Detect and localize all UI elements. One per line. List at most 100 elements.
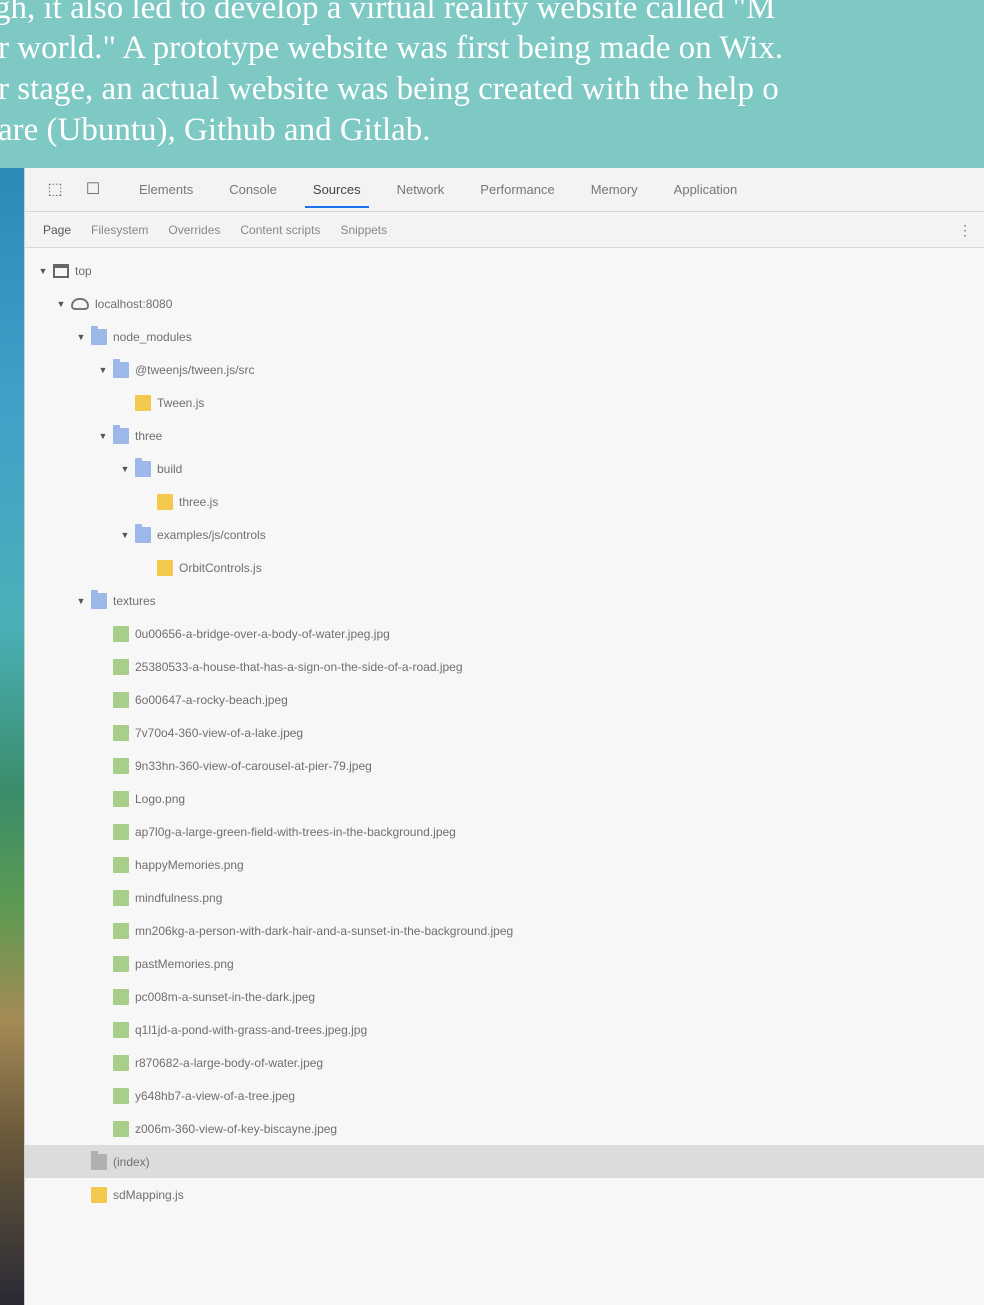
tree-item-label: (index) (113, 1154, 150, 1169)
sources-subtabbar: Page Filesystem Overrides Content script… (25, 212, 984, 248)
caption-banner: gh, it also led to develop a virtual rea… (0, 0, 984, 168)
tree-item[interactable]: ▼ examples/js/controls (25, 518, 984, 551)
tree-item-label: examples/js/controls (157, 527, 266, 542)
tree-item[interactable]: happyMemories.png (25, 848, 984, 881)
tree-item[interactable]: ▼ top (25, 254, 984, 287)
tree-item-label: mn206kg-a-person-with-dark-hair-and-a-su… (135, 923, 514, 938)
tree-item[interactable]: three.js (25, 485, 984, 518)
expand-caret-icon[interactable]: ▼ (97, 365, 109, 375)
tree-item[interactable]: ▼ localhost:8080 (25, 287, 984, 320)
expand-caret-icon[interactable]: ▼ (55, 299, 67, 309)
subtab-page[interactable]: Page (33, 212, 81, 248)
script-file-icon (157, 493, 173, 510)
expand-caret-icon[interactable]: ▼ (37, 266, 49, 276)
image-file-icon (113, 1087, 129, 1104)
tree-item[interactable]: 25380533-a-house-that-has-a-sign-on-the-… (25, 650, 984, 683)
folder-icon (113, 424, 129, 444)
tree-item-label: y648hb7-a-view-of-a-tree.jpeg (135, 1088, 296, 1103)
tree-item[interactable]: q1l1jd-a-pond-with-grass-and-trees.jpeg.… (25, 1013, 984, 1046)
more-options-icon[interactable]: ⋮ (958, 212, 972, 248)
tab-network[interactable]: Network (379, 168, 463, 212)
tree-item-label: Tween.js (157, 395, 205, 410)
image-file-icon (113, 856, 129, 873)
tree-item[interactable]: pastMemories.png (25, 947, 984, 980)
tree-item-label: build (157, 461, 183, 476)
tree-item-label: three (135, 428, 163, 443)
tree-item-label: three.js (179, 494, 219, 509)
tab-elements[interactable]: Elements (121, 168, 211, 212)
tree-item[interactable]: 9n33hn-360-view-of-carousel-at-pier-79.j… (25, 749, 984, 782)
tree-item[interactable]: 6o00647-a-rocky-beach.jpeg (25, 683, 984, 716)
tab-console[interactable]: Console (211, 168, 295, 212)
inspect-element-icon[interactable]: ⬚ (45, 180, 65, 200)
tree-item-label: Logo.png (135, 791, 186, 806)
image-file-icon (113, 988, 129, 1005)
subtab-filesystem[interactable]: Filesystem (81, 212, 158, 248)
tree-item[interactable]: ▼ textures (25, 584, 984, 617)
subtab-snippets[interactable]: Snippets (330, 212, 397, 248)
image-file-icon (113, 955, 129, 972)
image-file-icon (113, 757, 129, 774)
image-file-icon (113, 1120, 129, 1137)
image-file-icon (113, 625, 129, 642)
tree-item-label: q1l1jd-a-pond-with-grass-and-trees.jpeg.… (135, 1022, 368, 1037)
image-file-icon (113, 790, 129, 807)
expand-caret-icon[interactable]: ▼ (97, 431, 109, 441)
tree-item[interactable]: ▼ node_modules (25, 320, 984, 353)
tree-item[interactable]: ap7l0g-a-large-green-field-with-trees-in… (25, 815, 984, 848)
caption-line-4: are (Ubuntu), Github and Gitlab. (0, 112, 431, 148)
tree-item-label: @tweenjs/tween.js/src (135, 362, 255, 377)
file-tree: ▼ top ▼ localhost:8080 ▼ node_modules ▼ @tweenj… (25, 248, 984, 1211)
expand-caret-icon[interactable]: ▼ (75, 596, 87, 606)
tree-item-label: sdMapping.js (113, 1187, 184, 1202)
tab-sources[interactable]: Sources (295, 168, 379, 212)
expand-caret-icon[interactable]: ▼ (75, 332, 87, 342)
caption-line-3: r stage, an actual website was being cre… (0, 71, 779, 107)
tree-item[interactable]: mn206kg-a-person-with-dark-hair-and-a-su… (25, 914, 984, 947)
tree-item[interactable]: z006m-360-view-of-key-biscayne.jpeg (25, 1112, 984, 1145)
subtab-overrides[interactable]: Overrides (158, 212, 230, 248)
tree-item-label: pc008m-a-sunset-in-the-dark.jpeg (135, 989, 316, 1004)
tree-item-label: 0u00656-a-bridge-over-a-body-of-water.jp… (135, 626, 390, 641)
tree-item[interactable]: Tween.js (25, 386, 984, 419)
tree-item[interactable]: 0u00656-a-bridge-over-a-body-of-water.jp… (25, 617, 984, 650)
tree-item[interactable]: ▼ @tweenjs/tween.js/src (25, 353, 984, 386)
caption-line-2: r world." A prototype website was first … (0, 30, 784, 66)
devtools-tabbar: ⬚ ☐ Elements Console Sources Network Per… (25, 168, 984, 212)
expand-caret-icon[interactable]: ▼ (119, 464, 131, 474)
tab-performance[interactable]: Performance (462, 168, 572, 212)
tab-application[interactable]: Application (656, 168, 756, 212)
device-toolbar-icon[interactable]: ☐ (83, 180, 103, 200)
image-file-icon (113, 1054, 129, 1071)
tree-item[interactable]: ▼ build (25, 452, 984, 485)
tab-memory[interactable]: Memory (573, 168, 656, 212)
tree-item-label: z006m-360-view-of-key-biscayne.jpeg (135, 1121, 338, 1136)
image-file-icon (113, 691, 129, 708)
tree-item-label: 7v70o4-360-view-of-a-lake.jpeg (135, 725, 304, 740)
tree-item[interactable]: (index) (25, 1145, 984, 1178)
folder-icon (91, 589, 107, 609)
tree-item[interactable]: sdMapping.js (25, 1178, 984, 1211)
image-file-icon (113, 889, 129, 906)
folder-icon (135, 523, 151, 543)
tree-item[interactable]: 7v70o4-360-view-of-a-lake.jpeg (25, 716, 984, 749)
tree-item[interactable]: Logo.png (25, 782, 984, 815)
tree-item-label: 9n33hn-360-view-of-carousel-at-pier-79.j… (135, 758, 372, 773)
tree-item[interactable]: pc008m-a-sunset-in-the-dark.jpeg (25, 980, 984, 1013)
tree-item[interactable]: OrbitControls.js (25, 551, 984, 584)
frame-icon (53, 263, 69, 278)
cloud-icon (71, 297, 89, 310)
tree-item-label: 6o00647-a-rocky-beach.jpeg (135, 692, 288, 707)
caption-line-1: gh, it also led to develop a virtual rea… (0, 0, 776, 26)
expand-caret-icon[interactable]: ▼ (119, 530, 131, 540)
subtab-content-scripts[interactable]: Content scripts (230, 212, 330, 248)
tree-item-label: node_modules (113, 329, 192, 344)
script-file-icon (91, 1186, 107, 1203)
devtools-panel: ⬚ ☐ Elements Console Sources Network Per… (24, 168, 984, 1305)
tree-item-label: happyMemories.png (135, 857, 244, 872)
tree-item[interactable]: ▼ three (25, 419, 984, 452)
tree-item[interactable]: y648hb7-a-view-of-a-tree.jpeg (25, 1079, 984, 1112)
tree-item[interactable]: mindfulness.png (25, 881, 984, 914)
tree-item-label: mindfulness.png (135, 890, 223, 905)
tree-item[interactable]: r870682-a-large-body-of-water.jpeg (25, 1046, 984, 1079)
